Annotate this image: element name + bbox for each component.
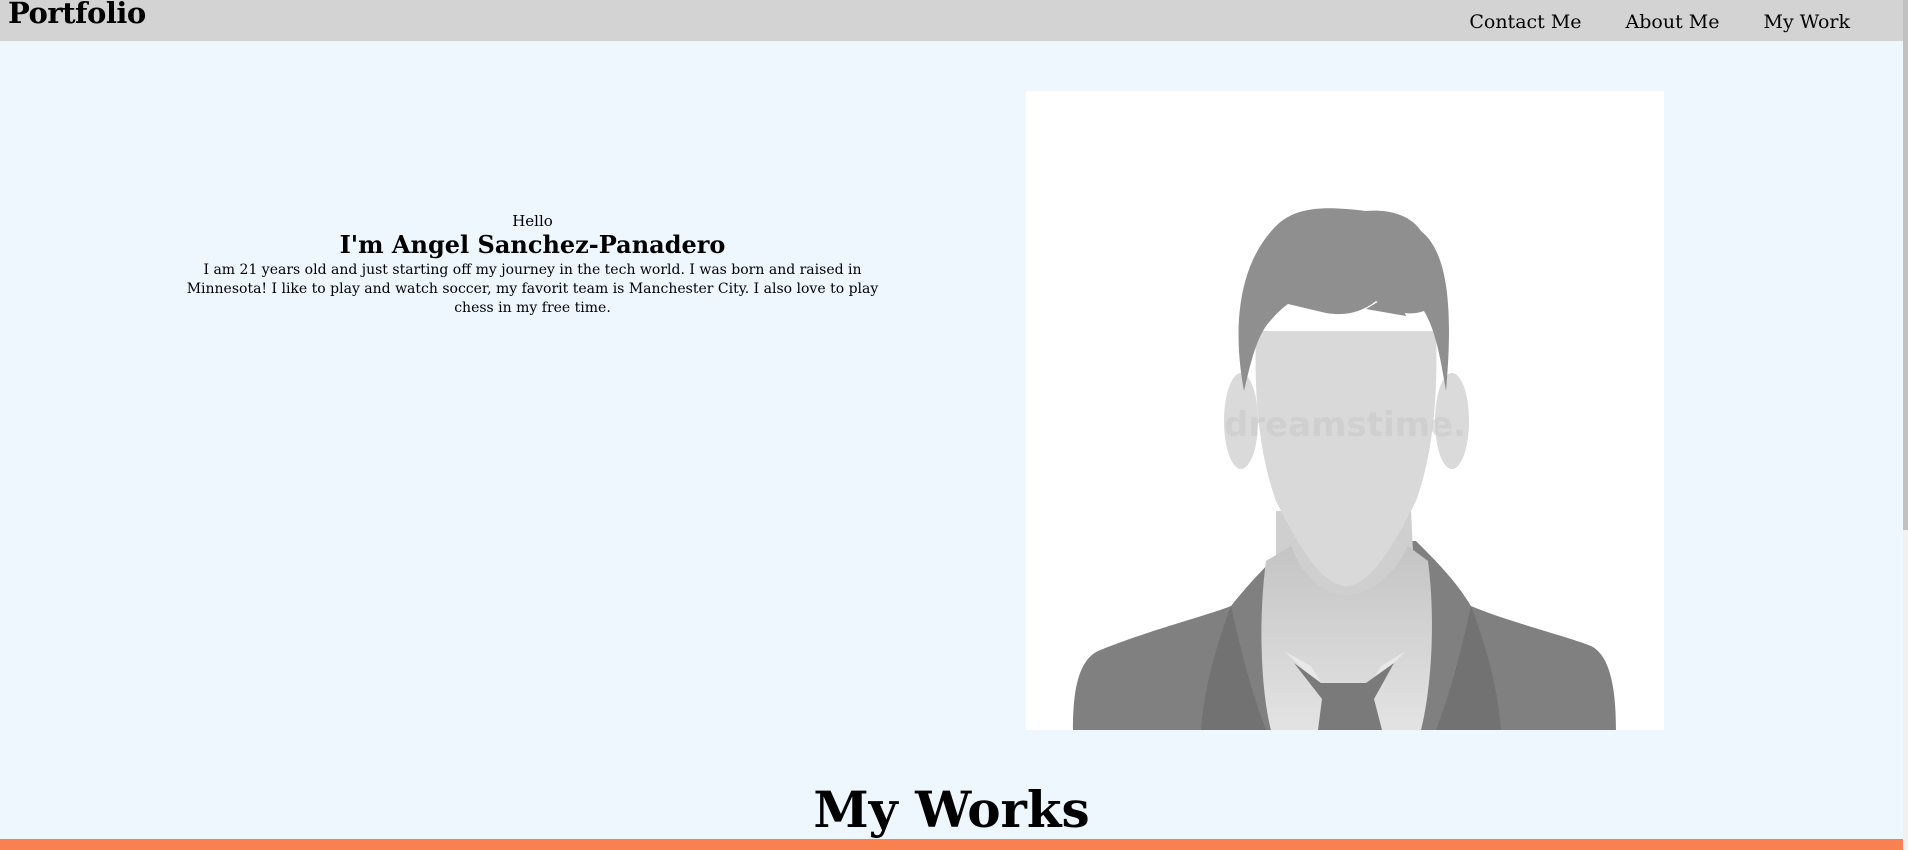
watermark-text: dreamstime. [1224,405,1466,445]
default-avatar-icon: dreamstime. [1073,208,1616,730]
name-heading: I'm Angel Sanchez-Panadero [339,230,726,259]
brand-title: Portfolio [8,0,146,30]
my-works-heading: My Works [813,780,1090,839]
intro-section: Hello I'm Angel Sanchez-Panadero I am 21… [165,212,900,318]
nav-contact-me[interactable]: Contact Me [1469,11,1581,33]
greeting-text: Hello [512,212,553,230]
works-section-top-bar [0,839,1903,850]
page-scrollbar[interactable] [1903,0,1908,850]
top-navbar: Portfolio Contact Me About Me My Work [0,0,1903,41]
nav-my-work[interactable]: My Work [1763,11,1850,33]
portfolio-page: Portfolio Contact Me About Me My Work He… [0,0,1908,850]
profile-photo: dreamstime. [1026,91,1664,730]
nav-links: Contact Me About Me My Work [1469,11,1850,33]
scrollbar-thumb[interactable] [1903,0,1908,530]
bio-text: I am 21 years old and just starting off … [186,262,879,316]
nav-about-me[interactable]: About Me [1626,11,1720,33]
